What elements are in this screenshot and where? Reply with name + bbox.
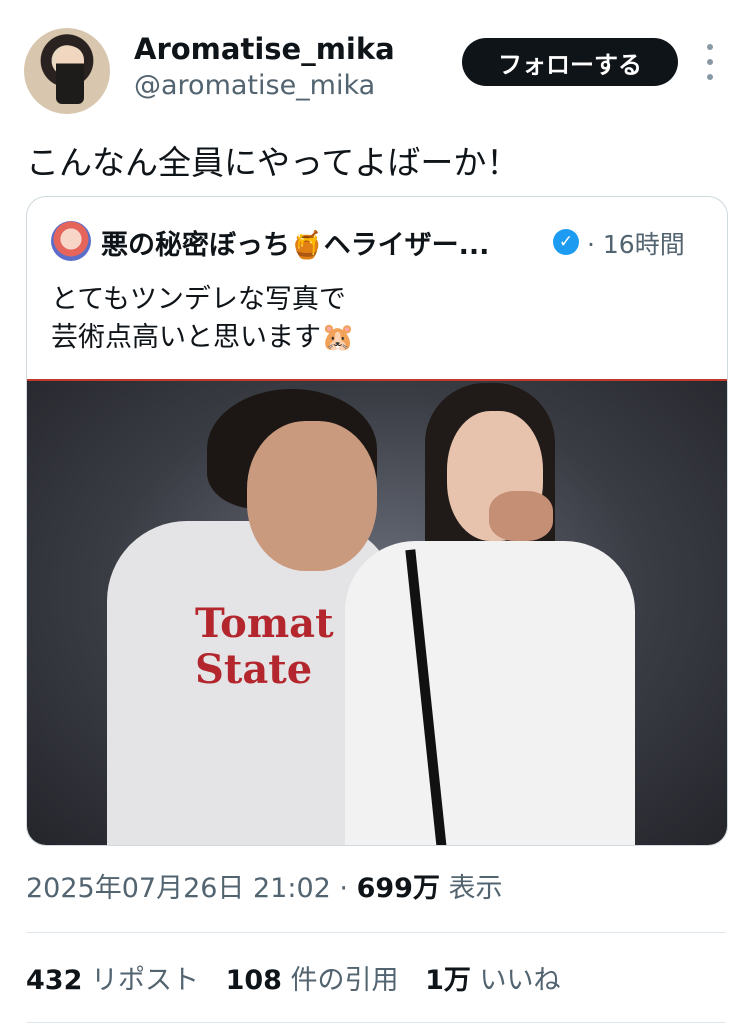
man-face	[247, 421, 377, 571]
divider	[26, 1022, 726, 1023]
woman-shirt	[345, 541, 635, 845]
engagement-stats: 432 リポスト 108 件の引用 1万 いいね	[26, 958, 579, 997]
verified-badge-icon: ✓	[553, 229, 579, 255]
divider	[26, 932, 726, 933]
avatar-photo	[56, 46, 84, 104]
quoted-author-avatar[interactable]	[51, 221, 91, 261]
author-avatar[interactable]	[24, 28, 110, 114]
quoted-text-line-2: 芸術点高いと思います🐹	[51, 322, 355, 353]
view-count: 699万	[356, 873, 440, 904]
author-name[interactable]: Aromatise_mika	[134, 32, 395, 66]
shirt-print-text: Tomat State	[195, 600, 334, 693]
more-options-icon[interactable]	[702, 44, 718, 80]
like-stat[interactable]: 1万 いいね	[425, 965, 560, 996]
follow-button[interactable]: フォローする	[462, 38, 678, 86]
author-handle[interactable]: @aromatise_mika	[134, 70, 375, 101]
tweet-datetime[interactable]: 2025年07月26日 21:02 ·	[26, 873, 357, 904]
quoted-author-name[interactable]: 悪の秘密ぼっち🍯ヘライザー...	[101, 223, 489, 262]
quoted-text-line-1: とてもツンデレな写真で	[51, 284, 346, 315]
quoted-timestamp[interactable]: · 16時間	[587, 225, 685, 261]
tweet-timestamp: 2025年07月26日 21:02 · 699万 表示	[26, 866, 503, 905]
tweet-text: こんなん全員にやってよばーか！	[26, 143, 520, 182]
view-count-label: 表示	[439, 873, 503, 904]
quote-stat[interactable]: 108 件の引用	[226, 965, 399, 996]
hand	[489, 491, 553, 541]
quoted-tweet-text: とてもツンデレな写真で 芸術点高いと思います🐹	[51, 281, 355, 357]
quoted-tweet-image[interactable]: Tomat State	[27, 379, 727, 845]
quoted-tweet-card[interactable]: 悪の秘密ぼっち🍯ヘライザー... ✓ · 16時間 とてもツンデレな写真で 芸術…	[26, 196, 728, 846]
repost-stat[interactable]: 432 リポスト	[26, 965, 199, 996]
